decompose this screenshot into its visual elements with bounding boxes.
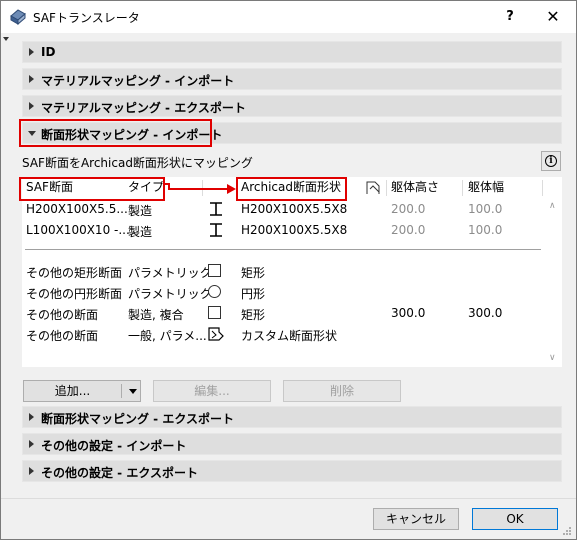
row-height: 200.0 — [391, 202, 426, 216]
row-saf-section: その他の矩形断面 — [26, 266, 123, 280]
close-button[interactable]: ✕ — [530, 1, 576, 33]
resize-grip-icon[interactable] — [562, 526, 572, 536]
row-type: パラメトリック — [128, 266, 212, 280]
row-height: 300.0 — [391, 306, 426, 320]
profile-type-icon — [366, 181, 380, 194]
window-title: SAFトランスレータ — [33, 11, 140, 25]
chevron-right-icon — [29, 75, 34, 83]
cancel-button[interactable]: キャンセル — [373, 508, 459, 530]
info-button[interactable]: i — [541, 151, 561, 171]
row-archicad-profile: カスタム断面形状 — [241, 329, 338, 343]
custom-profile-icon — [208, 327, 224, 341]
row-width: 100.0 — [468, 202, 503, 216]
row-width: 100.0 — [468, 223, 503, 237]
info-icon: i — [545, 155, 557, 167]
section-title: その他の設定 - エクスポート — [41, 466, 198, 480]
delete-button[interactable]: 削除 — [283, 380, 401, 402]
help-button[interactable]: ? — [487, 1, 533, 33]
chevron-right-icon — [29, 440, 34, 448]
section-title: ID — [41, 45, 56, 59]
panel-grip-icon — [3, 37, 9, 41]
section-id[interactable]: ID — [22, 41, 562, 63]
split-divider — [121, 384, 122, 398]
i-beam-profile-icon — [210, 223, 222, 237]
section-material-import[interactable]: マテリアルマッピング - インポート — [22, 68, 562, 90]
table-divider — [25, 249, 541, 250]
row-type: パラメトリック — [128, 287, 212, 301]
row-width: 300.0 — [468, 306, 503, 320]
mapping-arrow-icon — [165, 183, 236, 194]
section-profile-export[interactable]: 断面形状マッピング - エクスポート — [22, 406, 562, 428]
row-archicad-profile: H200X100X5.5X8 — [241, 223, 348, 237]
highlight-box-archicad-column — [236, 177, 347, 201]
circle-radio-icon — [208, 285, 221, 298]
section-title: マテリアルマッピング - インポート — [41, 74, 235, 88]
app-icon — [10, 9, 26, 26]
row-height: 200.0 — [391, 223, 426, 237]
ok-button[interactable]: OK — [472, 508, 558, 530]
row-type: 一般, パラメ... — [128, 329, 207, 343]
row-archicad-profile: H200X100X5.5X8 — [241, 202, 348, 216]
section-other-import[interactable]: その他の設定 - インポート — [22, 433, 562, 455]
row-archicad-profile: 円形 — [241, 287, 266, 301]
section-title: マテリアルマッピング - エクスポート — [41, 101, 246, 115]
column-divider — [462, 180, 463, 196]
row-saf-section: H200X100X5.5... — [26, 202, 128, 216]
column-header-height[interactable]: 躯体高さ — [391, 177, 439, 198]
add-button-label: 追加... — [54, 384, 91, 398]
row-saf-section: L100X100X10 -... — [26, 223, 130, 237]
section-title: 断面形状マッピング - エクスポート — [41, 412, 234, 426]
column-divider — [542, 180, 543, 196]
chevron-right-icon — [29, 467, 34, 475]
rectangle-checkbox-icon — [208, 264, 221, 277]
title-bar: SAFトランスレータ ? ✕ — [1, 1, 576, 33]
row-archicad-profile: 矩形 — [241, 308, 266, 322]
add-button[interactable]: 追加... — [23, 380, 141, 402]
scroll-down-arrow-icon[interactable]: ∨ — [549, 353, 556, 363]
highlight-box-section — [19, 119, 212, 147]
chevron-right-icon — [29, 413, 34, 421]
edit-button[interactable]: 編集... — [153, 380, 271, 402]
row-saf-section: その他の断面 — [26, 308, 99, 322]
section-description: SAF断面をArchicad断面形状にマッピング — [22, 156, 253, 170]
row-saf-section: その他の断面 — [26, 329, 99, 343]
footer-divider — [1, 498, 576, 499]
rectangle-checkbox-icon — [208, 306, 221, 319]
row-archicad-profile: 矩形 — [241, 266, 266, 280]
row-type: 製造, 複合 — [128, 308, 184, 322]
column-header-width[interactable]: 躯体幅 — [468, 177, 504, 198]
dialog-window: SAFトランスレータ ? ✕ ID マテリアルマッピング - インポート マテリ… — [0, 0, 577, 540]
row-saf-section: その他の円形断面 — [26, 287, 123, 301]
column-divider — [386, 180, 387, 196]
section-material-export[interactable]: マテリアルマッピング - エクスポート — [22, 95, 562, 117]
chevron-right-icon — [29, 102, 34, 110]
scroll-up-arrow-icon[interactable]: ∧ — [549, 201, 556, 211]
profile-mapping-table: SAF断面 タイプ Archicad断面形状 躯体高さ 躯体幅 ∧ H200X1… — [22, 177, 562, 367]
highlight-box-saf-columns — [19, 177, 165, 201]
row-type: 製造 — [128, 204, 153, 218]
section-title: その他の設定 - インポート — [41, 439, 187, 453]
dropdown-arrow-icon[interactable] — [129, 389, 137, 394]
i-beam-profile-icon — [210, 202, 222, 216]
section-other-export[interactable]: その他の設定 - エクスポート — [22, 460, 562, 482]
row-type: 製造 — [128, 225, 153, 239]
chevron-right-icon — [29, 48, 34, 56]
